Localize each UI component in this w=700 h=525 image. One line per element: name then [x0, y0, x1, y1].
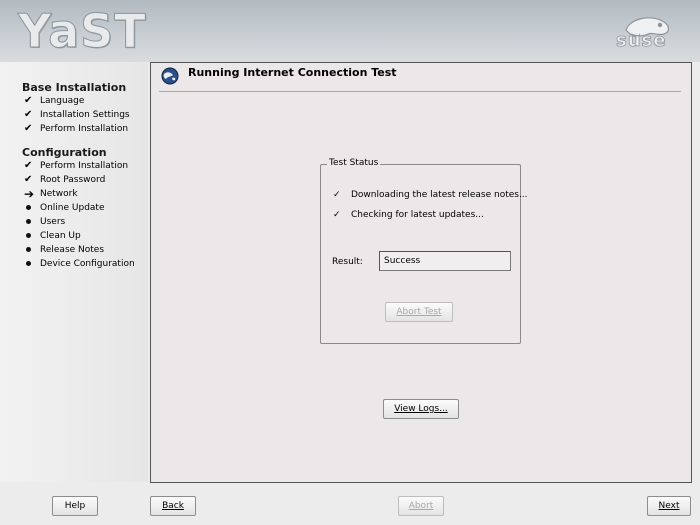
step-installation-settings: ✔ Installation Settings: [24, 108, 130, 122]
check-label: Checking for latest updates...: [351, 210, 484, 220]
checkmark-icon: ✔: [24, 174, 33, 185]
step-label: Clean Up: [40, 231, 81, 241]
step-users: Users: [24, 215, 65, 229]
header-banner: YaST suse: [0, 0, 700, 62]
checkmark-icon: ✔: [24, 95, 33, 106]
checkmark-icon: ✔: [24, 160, 33, 171]
step-label: Release Notes: [40, 245, 105, 255]
abort-button[interactable]: Abort: [398, 496, 444, 516]
installation-steps-sidebar: Base Installation ✔ Language ✔ Installat…: [0, 62, 148, 482]
step-clean-up: Clean Up: [24, 229, 81, 243]
view-logs-button[interactable]: View Logs...: [383, 399, 459, 419]
step-release-notes: Release Notes: [24, 243, 104, 257]
bullet-icon: [26, 204, 31, 210]
back-button[interactable]: Back: [150, 496, 196, 516]
page-title: Running Internet Connection Test: [188, 66, 397, 79]
arrow-right-icon: ➔: [24, 187, 35, 201]
step-label: Language: [40, 96, 85, 106]
checkmark-icon: ✓: [333, 210, 341, 220]
suse-wordmark: suse: [616, 30, 667, 52]
section-title-base-installation: Base Installation: [22, 81, 127, 94]
step-perform-installation: ✔ Perform Installation: [24, 159, 128, 173]
step-label: Device Configuration: [40, 259, 135, 269]
step-perform-installation-base: ✔ Perform Installation: [24, 122, 128, 136]
title-divider: [159, 91, 681, 92]
abort-test-label: Abort Test: [396, 307, 442, 317]
bullet-icon: [26, 246, 31, 252]
step-label: Root Password: [40, 175, 106, 185]
step-label: Installation Settings: [40, 110, 130, 120]
check-release-notes: ✓ Downloading the latest release notes...: [333, 190, 528, 200]
abort-label: Abort: [408, 501, 434, 511]
back-label: Back: [162, 501, 184, 511]
checkmark-icon: ✔: [24, 123, 33, 134]
step-label: Network: [40, 189, 78, 199]
yast-logo: YaST: [18, 4, 147, 59]
test-status-legend: Test Status: [327, 158, 381, 168]
content-panel: Running Internet Connection Test Test St…: [150, 62, 692, 483]
section-title-configuration: Configuration: [22, 146, 107, 159]
checkmark-icon: ✔: [24, 109, 33, 120]
step-language: ✔ Language: [24, 94, 84, 108]
check-latest-updates: ✓ Checking for latest updates...: [333, 210, 484, 220]
step-label: Perform Installation: [40, 124, 129, 134]
globe-icon: [161, 67, 179, 85]
bullet-icon: [26, 218, 31, 224]
bullet-icon: [26, 232, 31, 238]
step-network: ➔ Network: [24, 187, 78, 201]
bullet-icon: [26, 260, 31, 266]
step-online-update: Online Update: [24, 201, 105, 215]
result-label: Result:: [332, 257, 363, 267]
step-root-password: ✔ Root Password: [24, 173, 105, 187]
step-label: Users: [40, 217, 66, 227]
help-button[interactable]: Help: [52, 496, 98, 516]
check-label: Downloading the latest release notes...: [351, 190, 528, 200]
result-field: Success: [379, 251, 511, 271]
abort-test-button[interactable]: Abort Test: [385, 302, 453, 322]
next-label: Next: [658, 501, 680, 511]
next-button[interactable]: Next: [647, 496, 691, 516]
checkmark-icon: ✓: [333, 190, 341, 200]
help-label: Help: [64, 501, 86, 511]
step-device-configuration: Device Configuration: [24, 257, 135, 271]
step-label: Perform Installation: [40, 161, 129, 171]
step-label: Online Update: [40, 203, 105, 213]
view-logs-label: View Logs...: [394, 404, 448, 414]
test-status-group: Test Status ✓ Downloading the latest rele…: [320, 158, 528, 344]
